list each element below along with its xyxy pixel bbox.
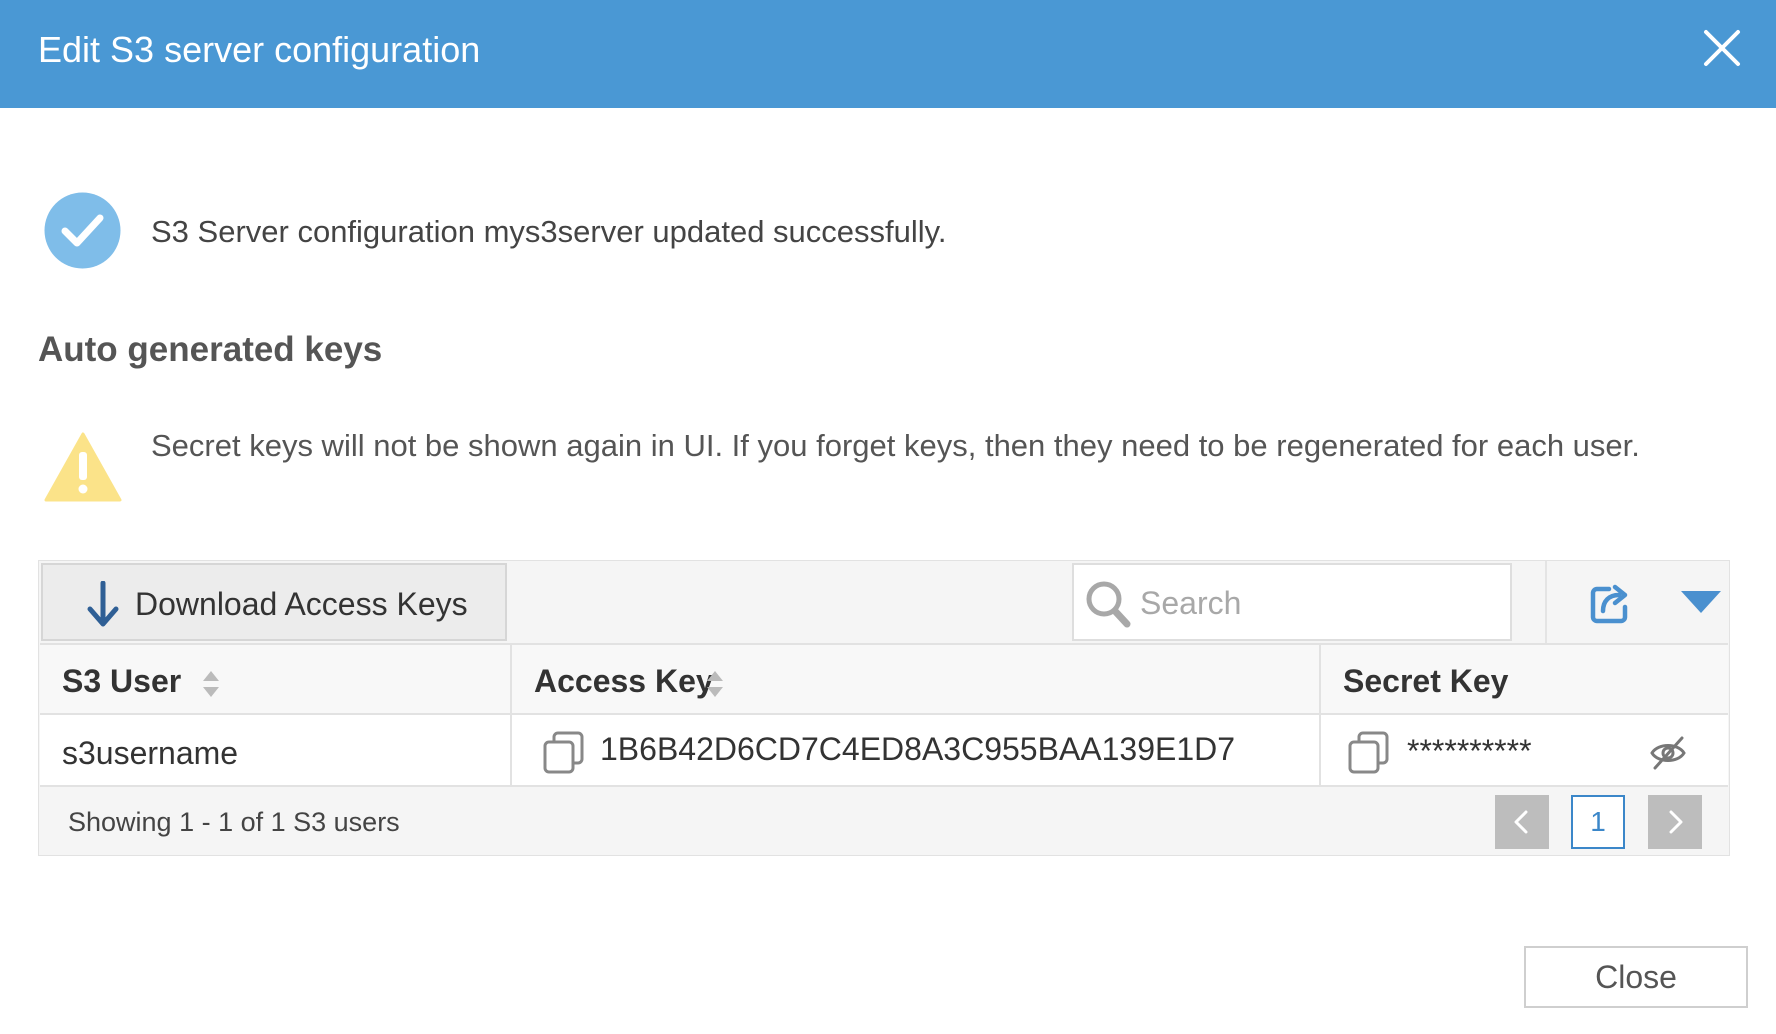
close-icon[interactable] (1698, 24, 1746, 72)
section-title: Auto generated keys (38, 330, 383, 369)
search-input[interactable] (1140, 579, 1500, 627)
secret-key-value: ********** (1407, 733, 1532, 769)
sort-icon[interactable] (706, 669, 724, 699)
download-access-keys-button[interactable]: Download Access Keys (41, 563, 507, 641)
chevron-right-icon (1669, 810, 1683, 834)
column-header-secret-key: Secret Key (1321, 645, 1726, 715)
grid-footer: Showing 1 - 1 of 1 S3 users 1 (40, 787, 1728, 855)
column-label: Secret Key (1343, 663, 1509, 699)
success-message: S3 Server configuration mys3server updat… (151, 214, 947, 249)
copy-icon[interactable] (542, 731, 584, 775)
cell-s3-user: s3username (40, 715, 510, 785)
warning-triangle-icon (44, 432, 122, 502)
toolbar-divider (1545, 561, 1547, 643)
s3-user-value: s3username (62, 735, 239, 771)
column-label: Access Key (534, 663, 714, 699)
page-number-button[interactable]: 1 (1571, 795, 1625, 849)
column-header-access-key[interactable]: Access Key (512, 645, 1320, 715)
download-button-label: Download Access Keys (135, 586, 468, 622)
search-box (1072, 563, 1512, 641)
checkmark-circle-icon (44, 192, 121, 269)
download-arrow-icon (87, 581, 119, 627)
next-page-button[interactable] (1648, 795, 1702, 849)
warning-message: Secret keys will not be shown again in U… (151, 428, 1640, 463)
export-icon[interactable] (1589, 583, 1631, 625)
keys-grid: Download Access Keys S3 User (38, 560, 1730, 856)
dialog-header: Edit S3 server configuration (0, 0, 1776, 108)
chevron-left-icon (1514, 810, 1528, 834)
table-header: S3 User Access Key Secret Key (40, 643, 1728, 715)
previous-page-button[interactable] (1495, 795, 1549, 849)
grid-toolbar: Download Access Keys (39, 561, 1729, 643)
close-button[interactable]: Close (1524, 946, 1748, 1008)
copy-icon[interactable] (1347, 731, 1389, 775)
edit-s3-dialog: Edit S3 server configuration S3 Server c… (0, 0, 1776, 1034)
column-header-s3-user[interactable]: S3 User (40, 645, 510, 715)
chevron-down-icon[interactable] (1679, 589, 1723, 615)
column-label: S3 User (62, 663, 182, 699)
cell-secret-key: ********** (1321, 715, 1726, 785)
sort-icon[interactable] (202, 669, 220, 699)
cell-access-key: 1B6B42D6CD7C4ED8A3C955BAA139E1D7 (512, 715, 1320, 785)
pagination-status: Showing 1 - 1 of 1 S3 users (68, 807, 400, 837)
dialog-title: Edit S3 server configuration (38, 29, 481, 70)
search-icon (1086, 581, 1131, 628)
table-row: s3username 1B6B42D6CD7C4ED8A3C955BAA139E… (40, 715, 1728, 787)
access-key-value: 1B6B42D6CD7C4ED8A3C955BAA139E1D7 (600, 731, 1236, 767)
eye-slash-icon[interactable] (1649, 735, 1687, 771)
